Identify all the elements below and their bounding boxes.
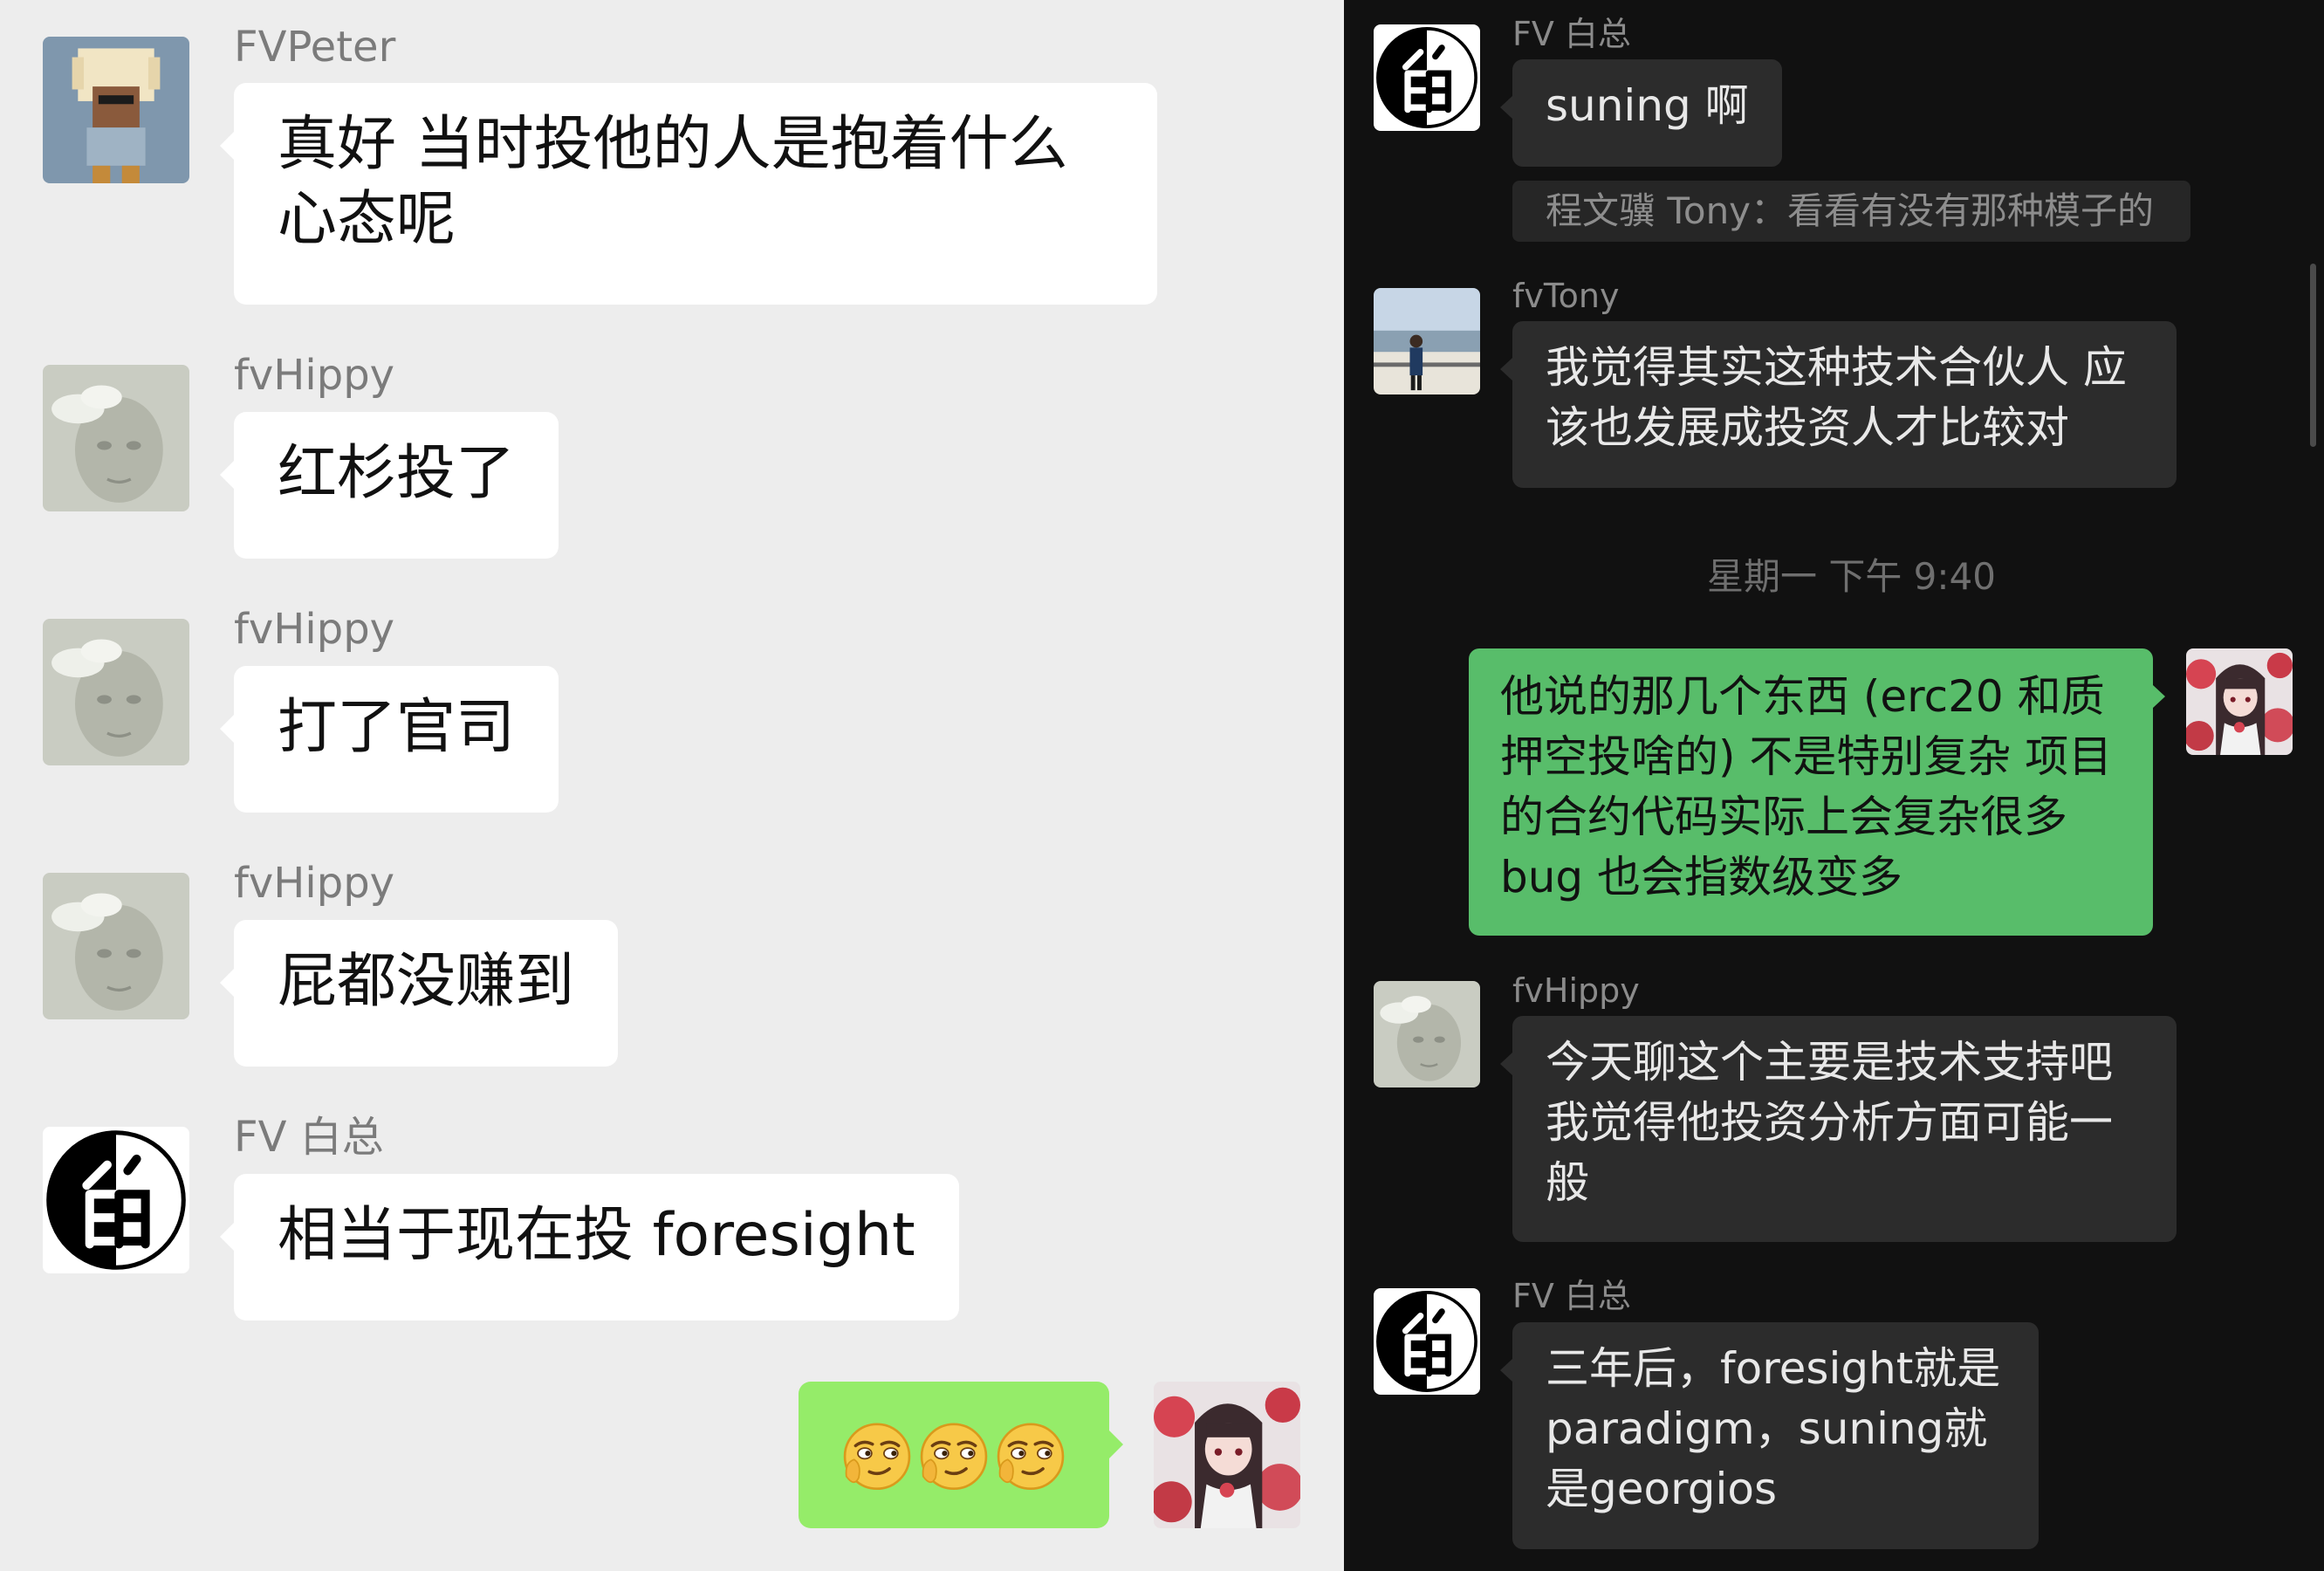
- anime-girl-avatar[interactable]: [1154, 1382, 1300, 1528]
- smirk-emoji-icon: [992, 1417, 1069, 1493]
- my-emoji-message[interactable]: [799, 1382, 1123, 1528]
- anime-girl-avatar[interactable]: [2186, 648, 2293, 755]
- smirk-emoji-icon: [839, 1417, 915, 1493]
- message-bubble[interactable]: 打了官司: [219, 666, 559, 813]
- sender-name: FV 白总: [234, 1113, 384, 1162]
- left-chat-pane: FVPeter 真好 当时投他的人是抱着什么心态呢 fvHippy 红杉投了 f…: [0, 0, 1344, 1571]
- smirk-emoji-icon: [915, 1417, 992, 1493]
- sender-name: fvTony: [1512, 277, 1620, 315]
- quoted-reply[interactable]: 程文骥 Tony：看看有没有那种模子的: [1512, 181, 2190, 242]
- bai-logo-avatar[interactable]: [1374, 24, 1480, 131]
- message-bubble[interactable]: 三年后，foresight就是paradigm，suning就是georgios: [1500, 1322, 2039, 1549]
- portrait-avatar[interactable]: [43, 619, 189, 765]
- message-bubble[interactable]: 相当于现在投 foresight: [220, 1174, 959, 1321]
- scrollbar-thumb[interactable]: [2310, 264, 2316, 447]
- sender-name: fvHippy: [1512, 971, 1640, 1010]
- sender-name: fvHippy: [234, 351, 395, 400]
- message-bubble[interactable]: 我觉得其实这种技术合伙人 应该也发展成投资人才比较对: [1500, 321, 2177, 488]
- portrait-avatar[interactable]: [1374, 981, 1480, 1087]
- voxel-person-avatar[interactable]: [43, 37, 189, 183]
- photo-person-avatar[interactable]: [1374, 288, 1480, 394]
- sender-name: fvHippy: [234, 605, 395, 654]
- portrait-avatar[interactable]: [43, 873, 189, 1019]
- message-bubble[interactable]: 真好 当时投他的人是抱着什么心态呢: [220, 83, 1157, 305]
- message-bubble[interactable]: 红杉投了: [219, 412, 559, 559]
- sender-name: FVPeter: [234, 23, 396, 72]
- portrait-avatar[interactable]: [43, 365, 189, 511]
- message-bubble[interactable]: suning 啊: [1500, 59, 1782, 167]
- timestamp: 星期一 下午 9:40: [1706, 555, 1997, 598]
- bai-logo-avatar[interactable]: [43, 1127, 189, 1273]
- message-bubble[interactable]: 屁都没赚到: [219, 920, 619, 1067]
- message-bubble[interactable]: 今天聊这个主要是技术支持吧 我觉得他投资分析方面可能一般: [1500, 1016, 2177, 1242]
- sender-name: fvHippy: [234, 859, 395, 908]
- sender-name: FV 白总: [1512, 15, 1631, 53]
- bai-logo-avatar[interactable]: [1374, 1288, 1480, 1395]
- sender-name: FV 白总: [1512, 1277, 1631, 1315]
- my-message-bubble[interactable]: 他说的那几个东西 (erc20 和质押空投啥的) 不是特别复杂 项目的合约代码实…: [1469, 648, 2165, 936]
